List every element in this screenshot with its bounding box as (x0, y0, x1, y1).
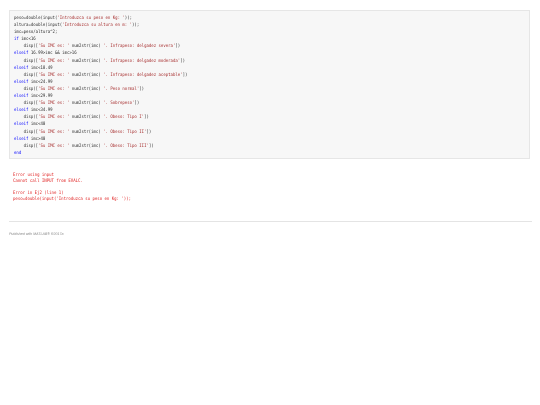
code-text: disp([ (14, 85, 39, 91)
code-string: 'Introduzca su peso en Kg: ' (57, 15, 125, 20)
code-line: elseif imc<34.99 (14, 106, 525, 113)
code-text: num2str(imc) (69, 128, 104, 134)
code-text: peso=double(input( (14, 15, 58, 20)
code-line: imc=peso/altura^2; (14, 28, 525, 35)
code-text: num2str(imc) (69, 85, 104, 91)
code-text: imc<24.99 (28, 78, 53, 84)
code-line: disp(['Su IMC es: ' num2str(imc) '. Sobr… (14, 99, 525, 106)
code-line: disp(['Su IMC es: ' num2str(imc) '. Infr… (14, 57, 525, 64)
code-text: num2str(imc) (69, 43, 104, 49)
code-text: imc<40 (28, 121, 46, 127)
code-line: elseif imc<24.99 (14, 78, 525, 85)
error-line: peso=double(input('Introduzca su peso en… (13, 196, 132, 202)
code-line: peso=double(input('Introduzca su peso en… (14, 14, 525, 21)
code-string: 'Su IMC es: ' (38, 57, 70, 63)
code-text: ]) (175, 43, 181, 49)
code-line: disp(['Su IMC es: ' num2str(imc) '. Peso… (14, 85, 525, 92)
code-text: imc>40 (28, 135, 46, 141)
code-keyword: end (14, 149, 22, 155)
code-string: '. Infrapeso: delgadez moderada' (103, 57, 181, 63)
code-text: ]) (146, 128, 152, 134)
code-text: 16.99>imc && imc>16 (28, 50, 77, 56)
code-line: elseif imc<29.99 (14, 92, 525, 99)
code-text: )); (132, 22, 140, 28)
code-text: ]) (144, 114, 149, 120)
code-line: elseif imc>40 (14, 135, 525, 142)
code-line: disp(['Su IMC es: ' num2str(imc) '. Obes… (14, 128, 525, 135)
code-text: ]) (134, 100, 140, 106)
code-text: imc<34.99 (28, 107, 53, 113)
code-string: 'Introduzca su altura en m: ' (62, 22, 133, 28)
code-text: disp([ (14, 114, 39, 120)
code-text: disp([ (14, 71, 39, 77)
code-string: 'Su IMC es: ' (38, 43, 70, 49)
code-text: num2str(imc) (69, 71, 104, 77)
code-string: '. Sobrepeso' (103, 100, 135, 106)
code-text: disp([ (14, 128, 39, 134)
code-line: elseif imc<18.49 (14, 64, 525, 71)
code-text: imc=peso/altura^2; (14, 29, 58, 35)
code-keyword: elseif (14, 64, 29, 70)
code-string: '. Obeso: Tipo III' (103, 142, 149, 148)
code-keyword: elseif (14, 107, 29, 113)
code-string: 'Su IMC es: ' (38, 128, 70, 134)
code-text: disp([ (14, 142, 39, 148)
code-string: 'Su IMC es: ' (38, 114, 70, 120)
code-text: imc<29.99 (28, 93, 53, 99)
code-line: end (14, 149, 525, 156)
code-string: 'Su IMC es: ' (38, 85, 70, 91)
code-text: disp([ (14, 43, 39, 49)
code-line: disp(['Su IMC es: ' num2str(imc) '. Infr… (14, 42, 525, 49)
error-output: Error using input Cannot call INPUT from … (13, 172, 523, 203)
code-string: '. Peso normal' (103, 85, 140, 91)
code-keyword: elseif (14, 135, 29, 141)
code-string: '. Infrapeso: delgadez severa' (103, 43, 176, 49)
code-text: ]) (139, 85, 145, 91)
code-text: ]) (148, 142, 154, 148)
code-keyword: elseif (14, 93, 29, 99)
code-string: 'Su IMC es: ' (38, 100, 70, 106)
code-keyword: elseif (14, 78, 29, 84)
code-string: '. Obeso: Tipo I' (103, 114, 145, 120)
code-text: imc<18.49 (28, 64, 53, 70)
code-keyword: elseif (14, 50, 29, 56)
code-line: disp(['Su IMC es: ' num2str(imc) '. Obes… (14, 142, 525, 149)
code-line: disp(['Su IMC es: ' num2str(imc) '. Obes… (14, 113, 525, 120)
code-line: if imc<16 (14, 35, 525, 42)
code-line: disp(['Su IMC es: ' num2str(imc) '. Infr… (14, 71, 525, 78)
code-text: )); (124, 15, 133, 20)
code-text: num2str(imc) (69, 100, 104, 106)
code-line: altura=double(input('Introduzca su altur… (14, 21, 525, 28)
code-line: elseif 16.99>imc && imc>16 (14, 49, 525, 56)
code-block: peso=double(input('Introduzca su peso en… (9, 10, 530, 159)
code-text: num2str(imc) (69, 142, 104, 148)
published-footer: Published with MATLAB® R2017a (9, 232, 64, 236)
code-string: '. Infrapeso: delgadez aceptable' (103, 71, 183, 77)
code-text: ]) (180, 57, 186, 63)
code-line: elseif imc<40 (14, 120, 525, 127)
code-text: imc<16 (18, 36, 36, 42)
code-text: ]) (182, 71, 188, 77)
code-text: num2str(imc) (69, 114, 104, 120)
code-text: num2str(imc) (69, 57, 104, 63)
code-text: disp([ (14, 57, 39, 63)
code-string: 'Su IMC es: ' (38, 71, 70, 77)
code-text: altura=double(input( (14, 22, 63, 28)
code-text: disp([ (14, 100, 39, 106)
divider (9, 221, 532, 222)
code-string: 'Su IMC es: ' (38, 142, 70, 148)
code-keyword: elseif (14, 121, 29, 127)
code-string: '. Obeso: Tipo II' (103, 128, 147, 134)
